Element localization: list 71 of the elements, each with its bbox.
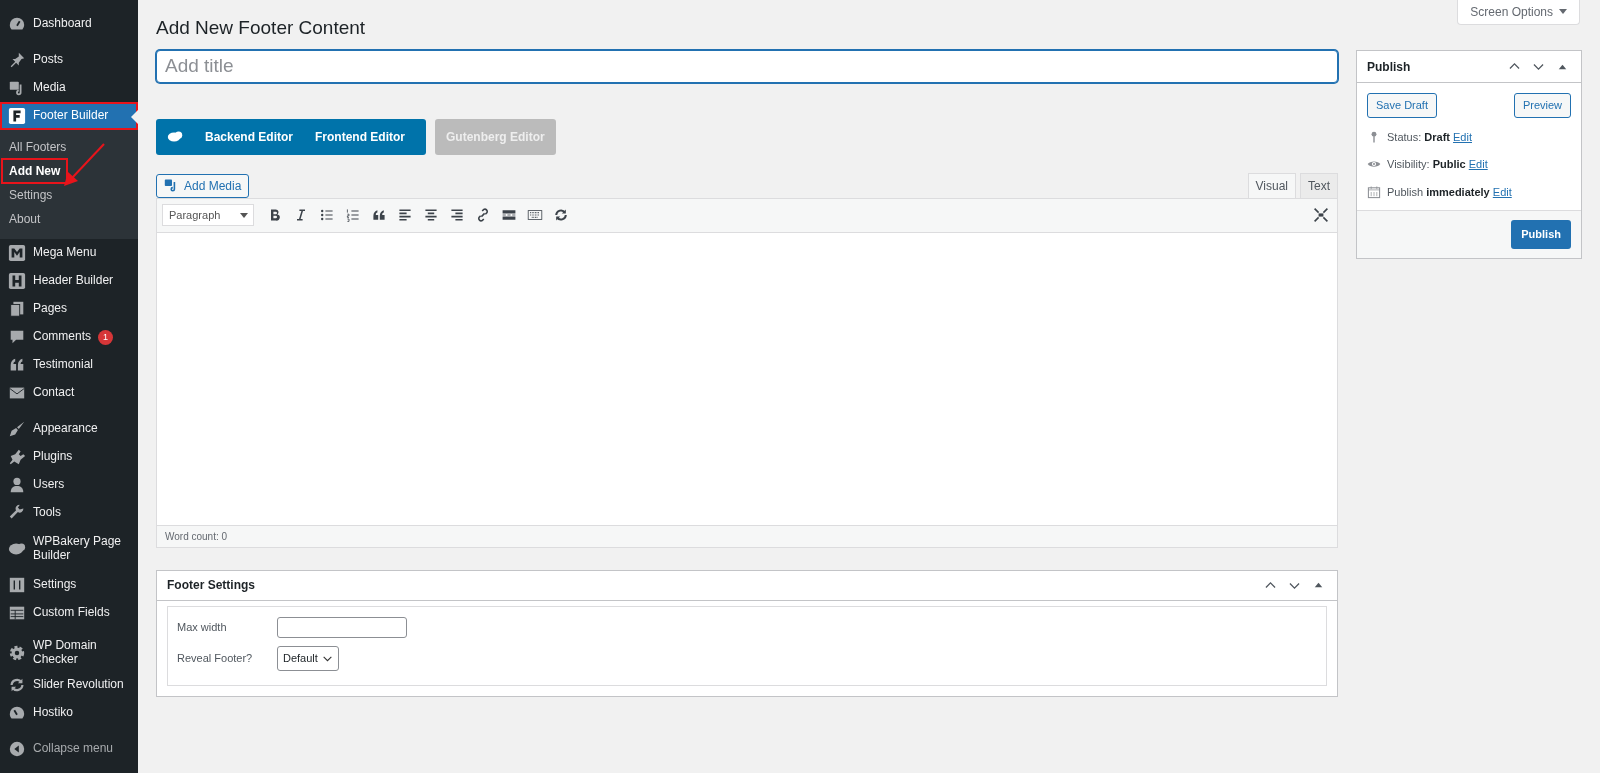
editor-mode-button[interactable]: Backend Editor bbox=[194, 118, 305, 155]
submenu-item[interactable]: All Footers bbox=[3, 136, 73, 158]
calendar-icon bbox=[1367, 184, 1381, 199]
menu-item[interactable]: Posts bbox=[0, 46, 138, 74]
text-field[interactable] bbox=[277, 616, 407, 638]
numbered-list-icon bbox=[345, 207, 361, 224]
menu-item[interactable]: Plugins bbox=[0, 443, 138, 471]
menu-item[interactable]: Settings bbox=[0, 571, 138, 599]
screen-options-tab[interactable]: Screen Options bbox=[1457, 0, 1580, 25]
panel-title: Publish bbox=[1367, 58, 1411, 76]
menu-item[interactable]: WP Domain Checker bbox=[0, 635, 138, 671]
preview-button[interactable]: Preview bbox=[1513, 93, 1571, 118]
editor-tab[interactable]: Text bbox=[1300, 172, 1338, 198]
collapse-panel-icon bbox=[1557, 63, 1567, 70]
edit-link[interactable]: Edit bbox=[1453, 130, 1472, 143]
menu-item[interactable]: Mega Menu bbox=[0, 239, 138, 267]
pages-icon bbox=[8, 300, 26, 318]
submenu-item[interactable]: Add New bbox=[3, 160, 67, 182]
page-title: Add New Footer Content bbox=[156, 17, 367, 40]
edit-link[interactable]: Edit bbox=[1492, 185, 1512, 198]
publish-button[interactable]: Publish bbox=[1511, 220, 1571, 249]
count-badge: 1 bbox=[98, 329, 113, 345]
pushpin-icon bbox=[8, 51, 26, 69]
submenu-item[interactable]: Settings bbox=[3, 184, 59, 206]
word-count: Word count: 0 bbox=[157, 524, 1337, 547]
user-icon bbox=[8, 476, 26, 494]
refresh-icon bbox=[553, 207, 569, 224]
menu-item[interactable]: Pages bbox=[0, 295, 138, 323]
menu-item[interactable]: Hostiko bbox=[0, 698, 138, 727]
menu-item[interactable]: Footer Builder bbox=[0, 102, 138, 130]
collapse-panel-icon bbox=[1313, 582, 1323, 589]
letter-h-icon bbox=[8, 272, 26, 290]
format-select[interactable]: Paragraph bbox=[162, 204, 254, 227]
publish-status-text: Status: Draft Edit bbox=[1387, 129, 1472, 145]
menu-item[interactable]: Contact bbox=[0, 379, 138, 407]
menu-item[interactable]: WPBakery Page Builder bbox=[0, 527, 138, 571]
align-center-icon bbox=[423, 207, 439, 224]
save-draft-button[interactable]: Save Draft bbox=[1367, 93, 1437, 118]
edit-link[interactable]: Edit bbox=[1468, 158, 1488, 170]
menu-item[interactable]: Dashboard bbox=[0, 10, 138, 38]
submenu-item[interactable]: About bbox=[3, 208, 47, 230]
menu-item[interactable]: Comments 1 bbox=[0, 323, 138, 351]
paintbrush-icon bbox=[8, 420, 26, 438]
field-label: Reveal Footer? bbox=[177, 651, 254, 667]
menu-item[interactable]: Slider Revolution bbox=[0, 670, 138, 699]
menu-item[interactable]: Appearance bbox=[0, 415, 138, 443]
align-right-icon bbox=[449, 207, 465, 224]
align-left-icon bbox=[397, 207, 413, 224]
link-icon bbox=[475, 207, 491, 224]
add-media-button[interactable]: Add Media bbox=[156, 173, 250, 198]
menu-item[interactable]: Header Builder bbox=[0, 267, 138, 295]
gear-icon bbox=[8, 643, 26, 662]
menu-item[interactable]: Custom Fields bbox=[0, 599, 138, 627]
title-field[interactable]: Add title bbox=[156, 49, 1338, 83]
menu-item[interactable]: Tools bbox=[0, 499, 138, 527]
panel-title: Footer Settings bbox=[167, 577, 255, 595]
menu-item[interactable]: Media bbox=[0, 74, 138, 102]
fullscreen-icon bbox=[1313, 207, 1329, 224]
field-label: Max width bbox=[177, 620, 228, 636]
editor-tab[interactable]: Visual bbox=[1247, 172, 1296, 198]
publish-status-text: Visibility: Public Edit bbox=[1387, 157, 1488, 172]
table-icon bbox=[8, 604, 26, 622]
collapse-menu-button[interactable]: Collapse menu bbox=[0, 734, 138, 763]
menu-item[interactable]: Users bbox=[0, 471, 138, 499]
publish-status-text: Publish immediately Edit bbox=[1387, 184, 1512, 200]
editor-mode-button[interactable]: Frontend Editor bbox=[304, 118, 417, 155]
menu-item[interactable]: Testimonial bbox=[0, 351, 138, 379]
select-field[interactable]: Default bbox=[277, 645, 339, 671]
letter-f-icon bbox=[8, 107, 26, 125]
collapse-icon bbox=[8, 739, 26, 758]
letter-m-icon bbox=[8, 244, 26, 262]
